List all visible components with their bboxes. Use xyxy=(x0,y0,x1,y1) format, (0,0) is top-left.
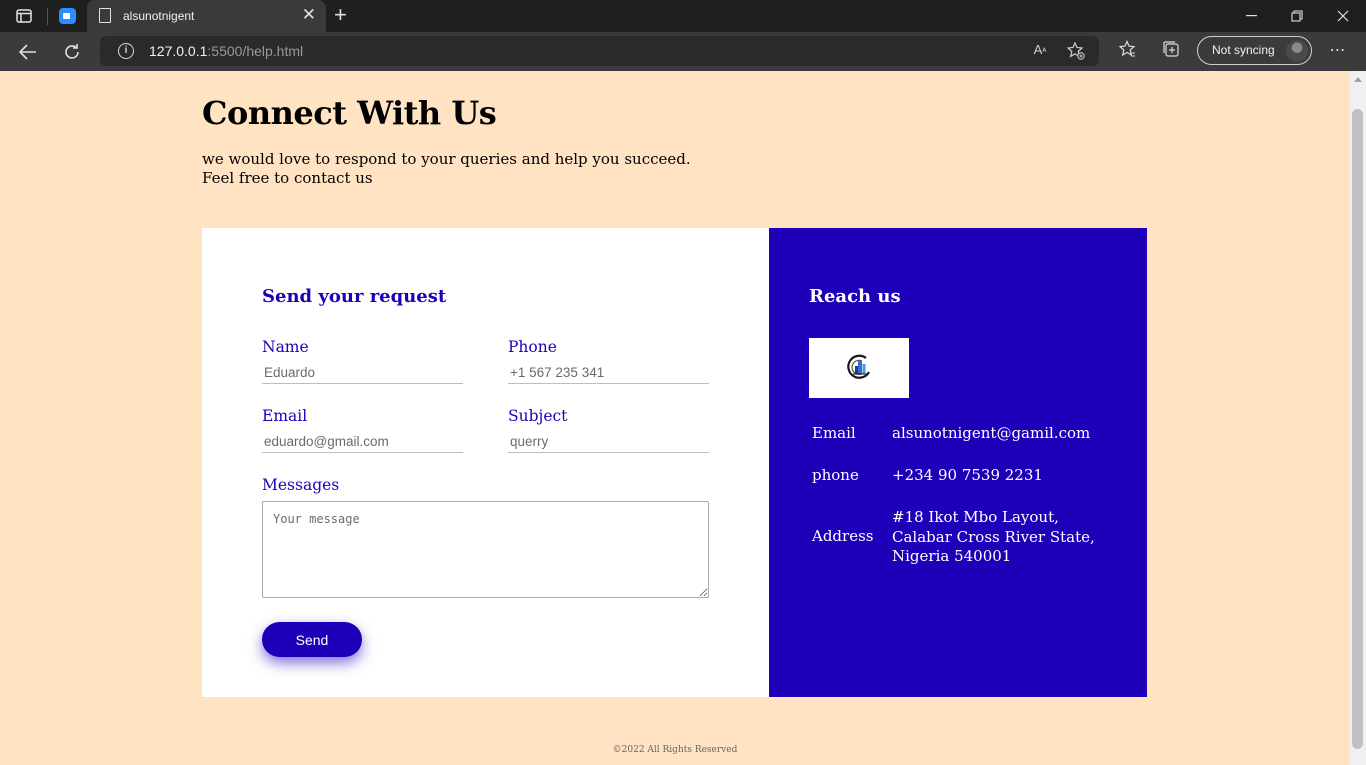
close-window-icon[interactable] xyxy=(1320,0,1366,32)
browser-toolbar: i 127.0.0.1:5500/help.html Aᴬ Not syncin… xyxy=(0,32,1366,71)
name-label: Name xyxy=(262,338,309,356)
company-logo xyxy=(809,338,909,398)
request-form: Send your request Name Phone Email Subje… xyxy=(202,228,769,697)
sync-label: Not syncing xyxy=(1212,43,1275,57)
reach-email-value: alsunotnigent@gamil.com xyxy=(892,424,1091,442)
subject-label: Subject xyxy=(508,407,568,425)
reach-heading: Reach us xyxy=(809,286,901,307)
add-favorite-icon[interactable] xyxy=(1066,41,1086,60)
tab-separator xyxy=(47,8,48,25)
send-button[interactable]: Send xyxy=(262,622,362,657)
scroll-thumb[interactable] xyxy=(1352,109,1363,749)
collections-icon[interactable] xyxy=(1159,40,1183,62)
reach-phone-value: +234 90 7539 2231 xyxy=(892,466,1043,484)
email-input[interactable] xyxy=(262,431,463,453)
subject-input[interactable] xyxy=(508,431,709,453)
site-info-icon[interactable]: i xyxy=(118,43,134,59)
logo-icon xyxy=(847,354,870,379)
reach-phone-label: phone xyxy=(812,466,859,484)
footer-copyright: ©2022 All Rights Reserved xyxy=(612,745,738,755)
reach-address-value: #18 Ikot Mbo Layout, Calabar Cross River… xyxy=(892,508,1095,565)
intro-text: we would love to respond to your queries… xyxy=(202,150,691,188)
minimize-icon[interactable] xyxy=(1228,0,1274,32)
document-icon xyxy=(99,8,111,23)
email-label: Email xyxy=(262,407,308,425)
contact-card: Send your request Name Phone Email Subje… xyxy=(202,228,1147,697)
page-scrollbar[interactable] xyxy=(1350,71,1366,765)
intro-line-1: we would love to respond to your queries… xyxy=(202,150,691,168)
favorites-icon[interactable] xyxy=(1115,39,1139,62)
avatar xyxy=(1286,40,1308,62)
messages-label: Messages xyxy=(262,476,340,494)
address-bar[interactable]: i 127.0.0.1:5500/help.html Aᴬ xyxy=(100,36,1099,66)
tab-actions-icon[interactable] xyxy=(12,0,36,32)
read-aloud-icon[interactable]: Aᴬ xyxy=(1030,42,1050,60)
browser-tab-bar: alsunotnigent ✕ + xyxy=(0,0,1366,32)
active-tab[interactable]: alsunotnigent ✕ xyxy=(87,0,326,32)
address-url[interactable]: 127.0.0.1:5500/help.html xyxy=(149,43,303,59)
reach-address-label: Address xyxy=(812,527,874,545)
more-options-icon[interactable]: ⋯ xyxy=(1326,40,1350,62)
reach-us-panel: Reach us Email alsunotnigent@gamil.com p… xyxy=(769,228,1147,697)
zoom-app-icon[interactable] xyxy=(59,8,76,24)
name-input[interactable] xyxy=(262,362,463,384)
message-textarea[interactable] xyxy=(262,501,709,598)
restore-icon[interactable] xyxy=(1274,0,1320,32)
scroll-up-arrow-icon[interactable] xyxy=(1354,77,1362,82)
intro-line-2: Feel free to contact us xyxy=(202,169,373,187)
back-icon[interactable] xyxy=(15,39,41,65)
page-title: Connect With Us xyxy=(202,94,497,132)
reach-email-label: Email xyxy=(812,424,856,442)
profile-sync-button[interactable]: Not syncing xyxy=(1197,36,1312,65)
phone-label: Phone xyxy=(508,338,557,356)
tab-title: alsunotnigent xyxy=(123,9,195,23)
form-heading: Send your request xyxy=(262,286,447,307)
close-tab-icon[interactable]: ✕ xyxy=(302,6,316,24)
reload-icon[interactable] xyxy=(59,39,85,65)
new-tab-icon[interactable]: + xyxy=(334,3,347,27)
phone-input[interactable] xyxy=(508,362,709,384)
